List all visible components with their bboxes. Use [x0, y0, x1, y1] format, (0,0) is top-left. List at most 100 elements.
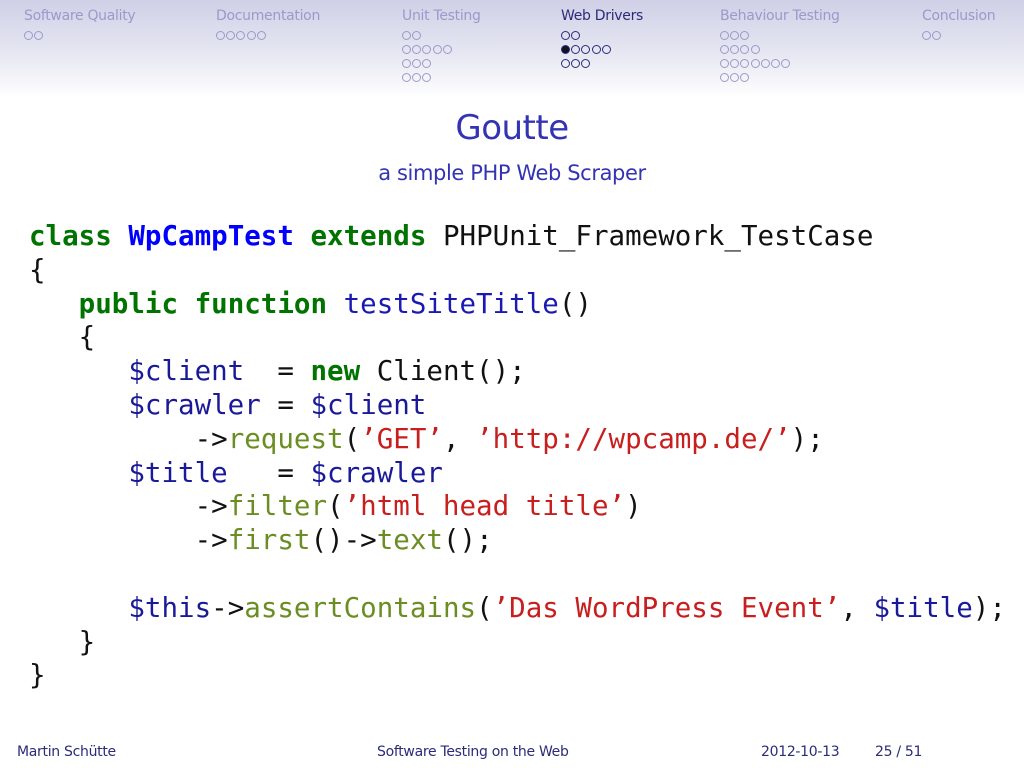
nav-frame-dot[interactable]: [720, 30, 729, 40]
code-token-plain: PHPUnit_Framework_TestCase: [426, 220, 874, 252]
nav-frame-dot[interactable]: [442, 44, 452, 54]
nav-frame-dot[interactable]: [422, 72, 432, 82]
code-token-keyword: function: [194, 287, 328, 320]
code-token-classname: WpCampTest: [128, 220, 294, 252]
code-token-method: assertContains: [244, 591, 477, 624]
nav-frame-dot[interactable]: [402, 58, 411, 68]
nav-subsection-row: [561, 56, 643, 70]
nav-frame-dot[interactable]: [402, 30, 411, 40]
nav-section-behaviour-testing[interactable]: Behaviour Testing: [720, 8, 840, 84]
code-token-method: first: [227, 524, 311, 557]
code-token-plain: );: [972, 591, 1006, 624]
code-line: }: [29, 626, 1006, 660]
code-line: ->request(’GET’, ’http://wpcamp.de/’);: [29, 423, 1006, 457]
nav-frame-dot[interactable]: [34, 30, 44, 40]
code-token-variable: $title: [128, 456, 228, 489]
nav-frame-dot[interactable]: [581, 58, 591, 68]
nav-frame-dot[interactable]: [932, 30, 942, 40]
code-token-plain: (: [476, 591, 493, 624]
nav-section-documentation[interactable]: Documentation: [216, 8, 320, 42]
nav-subsection-row: [720, 28, 840, 42]
nav-section-conclusion[interactable]: Conclusion: [922, 8, 996, 42]
code-token-variable: $crawler: [310, 456, 443, 489]
code-token-keyword: extends: [310, 220, 427, 252]
code-token-variable: $client: [310, 388, 427, 421]
code-line: {: [29, 321, 1006, 355]
code-token-method: text: [376, 524, 443, 557]
nav-section-title: Web Drivers: [561, 8, 644, 24]
nav-frame-dot[interactable]: [236, 30, 246, 40]
nav-frame-dot[interactable]: [750, 58, 760, 68]
nav-frame-dot[interactable]: [561, 30, 570, 40]
nav-frame-dot[interactable]: [402, 72, 411, 82]
nav-frame-dot-current[interactable]: [561, 44, 570, 54]
nav-frame-dot[interactable]: [740, 72, 750, 82]
nav-frame-dot[interactable]: [740, 30, 750, 40]
nav-frame-dot[interactable]: [422, 44, 432, 54]
code-line: {: [29, 254, 1006, 288]
nav-frame-dot[interactable]: [432, 44, 442, 54]
nav-frame-dot[interactable]: [246, 30, 256, 40]
nav-frame-dot[interactable]: [740, 58, 750, 68]
code-token-plain: ->: [29, 490, 228, 523]
nav-section-title: Software Quality: [24, 8, 136, 24]
code-token-function: testSiteTitle: [343, 287, 559, 320]
code-token-variable: $crawler: [128, 388, 261, 421]
nav-frame-dot[interactable]: [24, 30, 33, 40]
nav-frame-dot[interactable]: [720, 44, 729, 54]
nav-frame-dot[interactable]: [571, 58, 581, 68]
nav-section-title: Documentation: [216, 8, 321, 24]
code-token-plain: Client();: [360, 355, 526, 388]
nav-frame-dot[interactable]: [730, 58, 740, 68]
nav-section-web-drivers[interactable]: Web Drivers: [561, 8, 643, 70]
code-token-plain: ): [625, 490, 642, 523]
nav-frame-dot[interactable]: [750, 44, 760, 54]
nav-frame-dot[interactable]: [730, 44, 740, 54]
code-token-plain: ->: [211, 591, 245, 624]
nav-frame-dot[interactable]: [256, 30, 266, 40]
nav-frame-dot[interactable]: [412, 58, 422, 68]
nav-frame-dot[interactable]: [770, 58, 780, 68]
nav-subsection-dots: [402, 28, 481, 84]
code-line: $crawler = $client: [29, 389, 1006, 423]
nav-frame-dot[interactable]: [412, 72, 422, 82]
nav-frame-dot[interactable]: [571, 44, 581, 54]
code-token-plain: ,: [442, 422, 477, 455]
nav-frame-dot[interactable]: [730, 30, 740, 40]
code-token-plain: =: [244, 355, 311, 388]
nav-frame-dot[interactable]: [922, 30, 931, 40]
nav-frame-dot[interactable]: [760, 58, 770, 68]
code-token-string: ’Das WordPress Event’: [492, 591, 841, 624]
nav-subsection-row: [720, 70, 840, 84]
nav-subsection-dots: [561, 28, 643, 70]
nav-frame-dot[interactable]: [402, 44, 411, 54]
nav-frame-dot[interactable]: [781, 58, 791, 68]
nav-frame-dot[interactable]: [412, 30, 422, 40]
code-token-plain: ()->: [310, 524, 377, 557]
code-token-method: request: [227, 422, 344, 455]
nav-frame-dot[interactable]: [720, 58, 729, 68]
code-token-plain: {: [29, 321, 96, 354]
nav-frame-dot[interactable]: [422, 58, 432, 68]
nav-frame-dot[interactable]: [571, 30, 581, 40]
nav-frame-dot[interactable]: [561, 58, 570, 68]
code-line: }: [29, 659, 1006, 693]
nav-frame-dot[interactable]: [740, 44, 750, 54]
code-token-string: ’http://wpcamp.de/’: [476, 422, 791, 455]
code-token-keyword: new: [310, 355, 361, 388]
nav-frame-dot[interactable]: [581, 44, 591, 54]
nav-frame-dot[interactable]: [720, 72, 729, 82]
nav-frame-dot[interactable]: [591, 44, 601, 54]
nav-frame-dot[interactable]: [601, 44, 611, 54]
nav-section-software-quality[interactable]: Software Quality: [24, 8, 136, 42]
nav-frame-dot[interactable]: [216, 30, 225, 40]
nav-section-unit-testing[interactable]: Unit Testing: [402, 8, 481, 84]
nav-subsection-row: [922, 28, 995, 42]
nav-frame-dot[interactable]: [412, 44, 422, 54]
nav-frame-dot[interactable]: [226, 30, 236, 40]
nav-frame-dot[interactable]: [730, 72, 740, 82]
